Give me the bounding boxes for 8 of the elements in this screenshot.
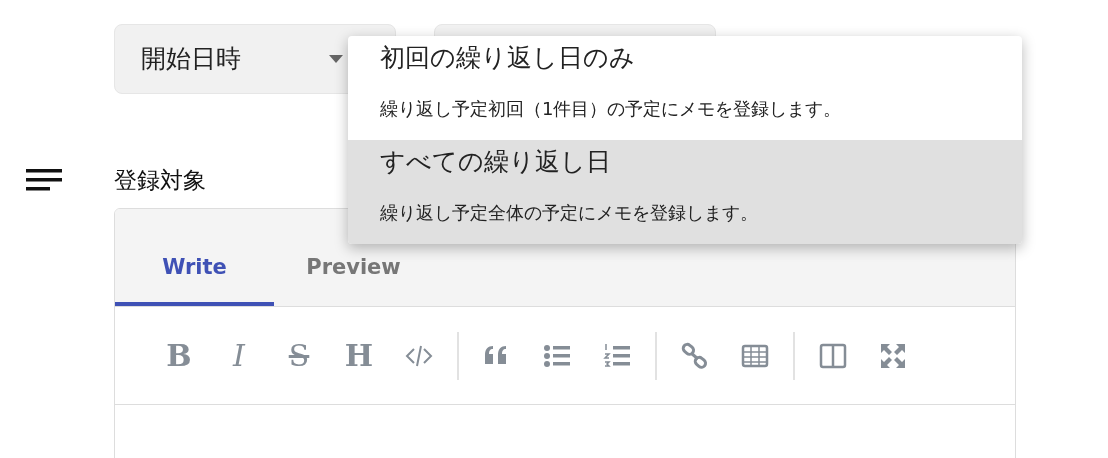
select-value: 開始日時 bbox=[141, 43, 241, 76]
format-button[interactable]: S bbox=[269, 333, 329, 378]
format-button[interactable]: I bbox=[209, 333, 269, 378]
format-button[interactable]: B bbox=[149, 333, 209, 378]
format-button[interactable]: H bbox=[329, 333, 389, 378]
menu-item[interactable]: すべての繰り返し日 繰り返し予定全体の予定にメモを登録します。 bbox=[348, 140, 1022, 244]
editor-tab[interactable]: Write bbox=[115, 209, 274, 306]
field-label: 登録対象 bbox=[114, 165, 206, 195]
